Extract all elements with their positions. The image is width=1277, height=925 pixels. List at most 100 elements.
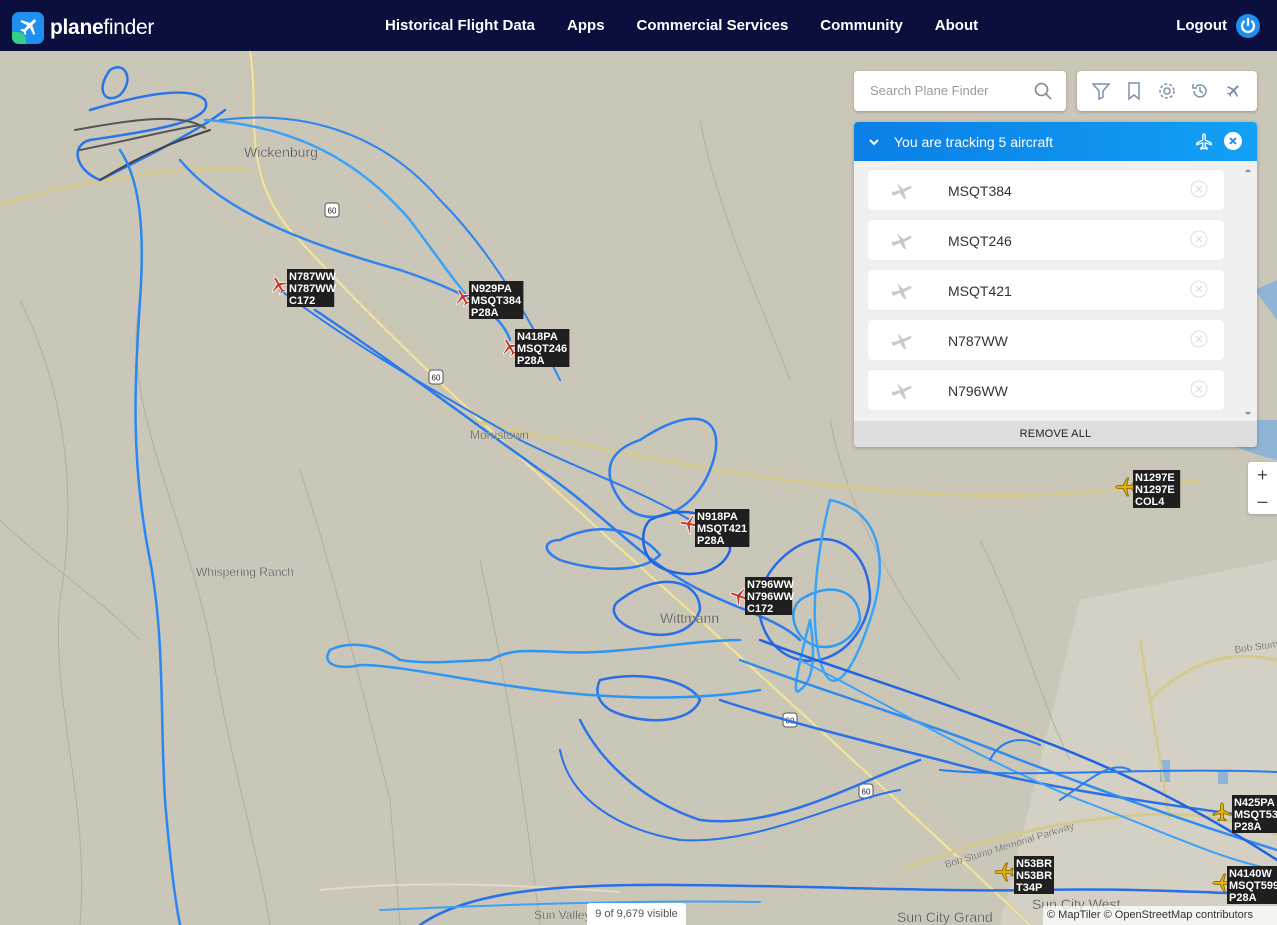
aircraft-label[interactable]: N929PAMSQT384P28A xyxy=(469,281,524,319)
svg-text:P28A: P28A xyxy=(1234,821,1262,833)
remove-icon[interactable] xyxy=(1190,180,1208,198)
zoom-in-button[interactable]: + xyxy=(1248,462,1277,488)
svg-text:T34P: T34P xyxy=(1016,882,1042,894)
highway-shield: 60 xyxy=(324,202,340,218)
visible-count: 9 of 9,679 visible xyxy=(587,903,686,925)
zoom-control: + – xyxy=(1248,462,1277,514)
tracked-flight-label: MSQT384 xyxy=(948,183,1012,199)
svg-text:C172: C172 xyxy=(747,603,773,615)
svg-text:P28A: P28A xyxy=(697,535,725,547)
nav-historical-flight-data[interactable]: Historical Flight Data xyxy=(369,17,551,34)
search-box xyxy=(854,71,1066,111)
plane-settings-icon[interactable] xyxy=(1223,81,1243,101)
search-input[interactable] xyxy=(868,82,1032,99)
svg-text:N418PA: N418PA xyxy=(517,331,558,343)
highway-shield: 60 xyxy=(428,369,444,385)
svg-text:N53BR: N53BR xyxy=(1016,858,1052,870)
place-label: Sun Valley xyxy=(534,908,590,922)
remove-icon[interactable] xyxy=(1190,230,1208,248)
zoom-out-button[interactable]: – xyxy=(1248,488,1277,514)
plane-icon xyxy=(890,279,914,306)
panel-scrollbar[interactable] xyxy=(1243,166,1253,418)
aircraft-label[interactable]: N796WWN796WWC172 xyxy=(745,577,795,615)
svg-text:N1297E: N1297E xyxy=(1135,484,1175,496)
tracked-aircraft-row[interactable]: MSQT384 xyxy=(868,170,1224,210)
planefinder-logo[interactable]: planefinder xyxy=(12,12,154,44)
tracked-aircraft-row[interactable]: N787WW xyxy=(868,320,1224,360)
filter-icon[interactable] xyxy=(1091,81,1112,101)
svg-text:P28A: P28A xyxy=(471,307,499,319)
tracked-aircraft-list: MSQT384 MSQT246 MSQT421 N787WW N796WW xyxy=(868,170,1224,420)
highway-shield: 60 xyxy=(858,783,874,799)
top-navigation-bar: planefinder Historical Flight Data Apps … xyxy=(0,0,1277,51)
svg-text:N918PA: N918PA xyxy=(697,511,738,523)
svg-text:C172: C172 xyxy=(289,295,315,307)
svg-text:60: 60 xyxy=(862,788,871,797)
svg-text:N425PA: N425PA xyxy=(1234,797,1275,809)
aircraft-label[interactable]: N53BRN53BRT34P xyxy=(1014,856,1054,894)
svg-text:N4140W: N4140W xyxy=(1229,868,1272,880)
svg-text:MSQT421: MSQT421 xyxy=(697,523,747,535)
nav-about[interactable]: About xyxy=(919,17,994,34)
plane-icon xyxy=(890,179,914,206)
map-toolbar xyxy=(1077,71,1257,111)
place-label: Whispering Ranch xyxy=(196,565,294,579)
plane-icon xyxy=(890,329,914,356)
plane-icon xyxy=(890,379,914,406)
svg-text:P28A: P28A xyxy=(517,355,545,367)
tracking-title: You are tracking 5 aircraft xyxy=(894,134,1054,150)
svg-text:60: 60 xyxy=(432,374,441,383)
history-icon[interactable] xyxy=(1190,81,1210,101)
aircraft-label[interactable]: N918PAMSQT421P28A xyxy=(695,509,750,547)
bookmark-icon[interactable] xyxy=(1124,81,1144,101)
remove-icon[interactable] xyxy=(1190,330,1208,348)
tracked-flight-label: N796WW xyxy=(948,383,1008,399)
svg-text:N787WW: N787WW xyxy=(289,283,337,295)
svg-text:N53BR: N53BR xyxy=(1016,870,1052,882)
svg-text:60: 60 xyxy=(328,207,337,216)
aircraft-label[interactable]: N425PAMSQT53P28A xyxy=(1232,795,1277,833)
aircraft-label[interactable]: N418PAMSQT246P28A xyxy=(515,329,570,367)
search-icon[interactable] xyxy=(1034,82,1052,105)
tracked-flight-label: MSQT246 xyxy=(948,233,1012,249)
remove-all-button[interactable]: REMOVE ALL xyxy=(854,421,1257,447)
tracking-panel: You are tracking 5 aircraft MSQT384 MSQT… xyxy=(854,122,1257,447)
main-nav: Historical Flight Data Apps Commercial S… xyxy=(369,0,994,51)
tracked-flight-label: N787WW xyxy=(948,333,1008,349)
gear-icon[interactable] xyxy=(1157,81,1177,101)
plane-icon xyxy=(890,229,914,256)
tracked-aircraft-row[interactable]: N796WW xyxy=(868,370,1224,410)
close-icon[interactable] xyxy=(1224,132,1242,150)
tracked-flight-label: MSQT421 xyxy=(948,283,1012,299)
logout-link[interactable]: Logout xyxy=(1176,17,1227,34)
svg-text:MSQT384: MSQT384 xyxy=(471,295,522,307)
power-icon[interactable] xyxy=(1236,14,1260,38)
place-label: Morristown xyxy=(470,428,529,442)
chevron-down-icon[interactable] xyxy=(868,135,880,151)
place-label: Wittmann xyxy=(660,610,719,626)
svg-text:N929PA: N929PA xyxy=(471,283,512,295)
aircraft-label[interactable]: N1297EN1297ECOL4 xyxy=(1133,470,1181,508)
map-attribution: © MapTiler © OpenStreetMap contributors xyxy=(1043,906,1277,925)
svg-text:COL4: COL4 xyxy=(1135,496,1165,508)
plane-icon xyxy=(1194,132,1214,155)
remove-icon[interactable] xyxy=(1190,280,1208,298)
svg-text:MSQT53: MSQT53 xyxy=(1234,809,1277,821)
logo-text: planefinder xyxy=(50,16,155,39)
svg-text:MSQT599: MSQT599 xyxy=(1229,880,1277,892)
nav-apps[interactable]: Apps xyxy=(551,17,621,34)
aircraft-label[interactable]: N4140WMSQT599P28A xyxy=(1227,866,1277,904)
svg-text:N796WW: N796WW xyxy=(747,591,795,603)
tracked-aircraft-row[interactable]: MSQT246 xyxy=(868,220,1224,260)
tracked-aircraft-row[interactable]: MSQT421 xyxy=(868,270,1224,310)
svg-text:N796WW: N796WW xyxy=(747,579,795,591)
svg-text:P28A: P28A xyxy=(1229,892,1257,904)
place-label: Wickenburg xyxy=(244,144,318,160)
place-label: Sun City Grand xyxy=(897,909,993,925)
aircraft-label[interactable]: N787WWN787WWC172 xyxy=(287,269,337,307)
tracking-panel-header[interactable]: You are tracking 5 aircraft xyxy=(854,122,1257,161)
nav-community[interactable]: Community xyxy=(804,17,919,34)
svg-text:N1297E: N1297E xyxy=(1135,472,1175,484)
remove-icon[interactable] xyxy=(1190,380,1208,398)
nav-commercial-services[interactable]: Commercial Services xyxy=(621,17,805,34)
